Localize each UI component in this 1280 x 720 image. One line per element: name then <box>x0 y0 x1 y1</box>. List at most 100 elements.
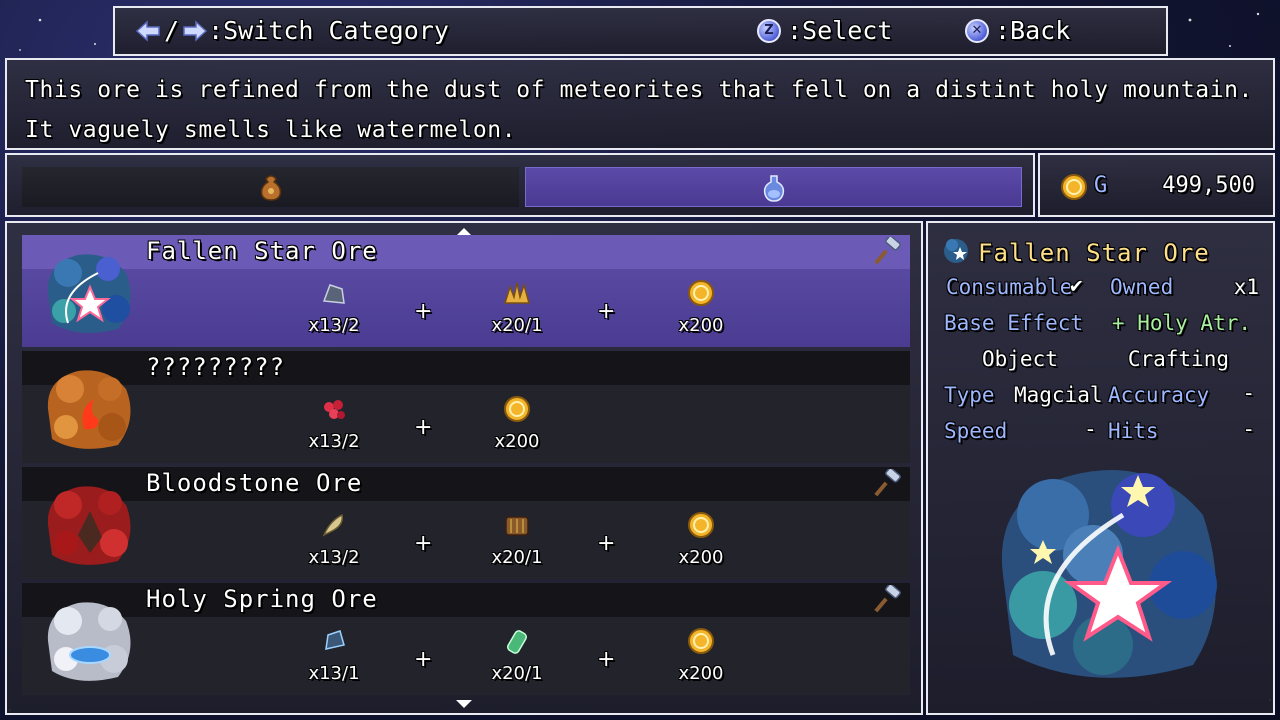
accuracy-value: - <box>1242 381 1255 405</box>
accuracy-label: Accuracy <box>1108 383 1210 407</box>
potion-icon <box>763 175 784 202</box>
left-arrow-icon <box>135 19 160 42</box>
recipe-list[interactable]: Fallen Star Ore x13/2 + x20/1 + x200 ???… <box>5 221 923 715</box>
back-hint: ✕ :Back <box>965 16 1070 45</box>
type-value: Magcial <box>1014 383 1103 407</box>
ingredient-qty: x13/2 <box>308 547 360 568</box>
recipe-name: ????????? <box>146 353 286 381</box>
base-effect-label: Base Effect <box>944 311 1084 335</box>
ingredient-2: x200 <box>477 395 557 452</box>
recipe-row-holy-spring-ore[interactable]: Holy Spring Ore x13/1 + x20/1 + x200 <box>22 583 910 695</box>
green-vial-icon <box>507 630 527 654</box>
gold-coin-icon <box>688 628 714 654</box>
speed-label: Speed <box>944 419 1008 443</box>
ingredient-3: x200 <box>661 511 741 568</box>
item-description-text: This ore is refined from the dust of met… <box>25 77 1254 143</box>
item-description-panel: This ore is refined from the dust of met… <box>5 58 1275 150</box>
plus-sign: + <box>597 531 616 556</box>
ingredient-3: x200 <box>661 279 741 336</box>
hammer-icon <box>874 237 901 265</box>
hammer-icon <box>874 469 901 497</box>
gold-crystal-icon <box>503 282 530 304</box>
gold-coin-icon <box>688 512 714 538</box>
category-tabs <box>5 153 1035 217</box>
ingredient-qty: x20/1 <box>491 547 543 568</box>
select-hint: Z :Select <box>757 16 892 45</box>
fire-ore-icon <box>47 370 131 449</box>
ingredient-qty: x13/2 <box>308 315 360 336</box>
tab-crafted[interactable] <box>525 167 1022 207</box>
ingredient-1: x13/1 <box>294 627 374 684</box>
gold-amount: 499,500 <box>1162 173 1255 198</box>
consumable-check-icon: ✔ <box>1070 273 1083 297</box>
x-button-icon: ✕ <box>965 18 989 43</box>
plus-sign: + <box>597 299 616 324</box>
hits-label: Hits <box>1108 419 1159 443</box>
ingredient-1: x13/2 <box>294 511 374 568</box>
object-value: Crafting <box>1127 347 1229 371</box>
owned-label: Owned <box>1110 275 1174 299</box>
gold-panel: G 499,500 <box>1038 153 1275 217</box>
base-effect-value: + Holy Atr. <box>1111 311 1251 335</box>
recipe-row-bloodstone-ore[interactable]: Bloodstone Ore x13/2 + x20/1 + x200 <box>22 467 910 579</box>
ingredient-1: x13/2 <box>294 279 374 336</box>
gold-coin-icon <box>688 280 714 306</box>
ingredient-2: x20/1 <box>477 279 557 336</box>
ingredient-qty: x13/1 <box>308 663 360 684</box>
speed-value: - <box>1084 417 1097 441</box>
red-berries-icon <box>324 400 345 419</box>
ingredient-qty: x20/1 <box>491 315 543 336</box>
back-label: :Back <box>995 16 1071 45</box>
recipe-name: Holy Spring Ore <box>146 585 378 613</box>
hammer-icon <box>874 585 901 613</box>
dark-shard-icon <box>322 284 345 304</box>
right-arrow-icon <box>183 19 208 42</box>
feather-icon <box>322 513 344 537</box>
gold-coin-icon <box>1061 174 1087 200</box>
gold-coin-icon <box>504 396 530 422</box>
bark-icon <box>505 516 529 536</box>
scroll-down-arrow-icon[interactable] <box>456 700 472 708</box>
object-label: Object <box>982 347 1058 371</box>
recipe-name: Fallen Star Ore <box>146 237 378 265</box>
switch-category-label: :Switch Category <box>208 16 449 45</box>
gold-unit: G <box>1094 173 1108 198</box>
ingredient-qty: x200 <box>678 315 724 336</box>
ingredient-qty: x200 <box>678 547 724 568</box>
plus-sign: + <box>414 415 433 440</box>
plus-sign: + <box>414 531 433 556</box>
ingredient-1: x13/2 <box>294 395 374 452</box>
switch-category-hint: / :Switch Category <box>135 16 449 45</box>
fallen-star-ore-icon <box>47 254 131 333</box>
ingredient-qty: x200 <box>494 431 540 452</box>
z-button-icon: Z <box>757 18 781 43</box>
fallen-star-ore-small-icon <box>944 239 968 263</box>
ingredient-2: x20/1 <box>477 627 557 684</box>
pouch-icon <box>260 175 281 201</box>
ingredient-3: x200 <box>661 627 741 684</box>
recipe-row-unknown[interactable]: ????????? x13/2 + x200 <box>22 351 910 463</box>
bloodstone-ore-icon <box>47 486 131 565</box>
item-detail-panel: Fallen Star Ore Consumable ✔ Owned x1 Ba… <box>926 221 1275 715</box>
ingredient-qty: x13/2 <box>308 431 360 452</box>
blue-crystal-icon <box>325 630 345 650</box>
plus-sign: + <box>597 647 616 672</box>
owned-value: x1 <box>1233 275 1259 299</box>
switch-separator: / <box>164 16 180 45</box>
recipe-row-fallen-star-ore[interactable]: Fallen Star Ore x13/2 + x20/1 + x200 <box>22 235 910 347</box>
recipe-name: Bloodstone Ore <box>146 469 363 497</box>
select-label: :Select <box>787 16 893 45</box>
holy-spring-ore-icon <box>47 602 131 681</box>
plus-sign: + <box>414 299 433 324</box>
consumable-label: Consumable <box>946 275 1073 299</box>
type-label: Type <box>944 383 995 407</box>
controls-help-bar: / :Switch Category Z :Select ✕ :Back <box>113 6 1168 56</box>
tab-materials[interactable] <box>22 167 519 207</box>
hits-value: - <box>1242 417 1255 441</box>
plus-sign: + <box>414 647 433 672</box>
detail-title: Fallen Star Ore <box>978 239 1210 267</box>
ingredient-qty: x200 <box>678 663 724 684</box>
ingredient-2: x20/1 <box>477 511 557 568</box>
ingredient-qty: x20/1 <box>491 663 543 684</box>
fallen-star-ore-artwork <box>1001 470 1217 678</box>
